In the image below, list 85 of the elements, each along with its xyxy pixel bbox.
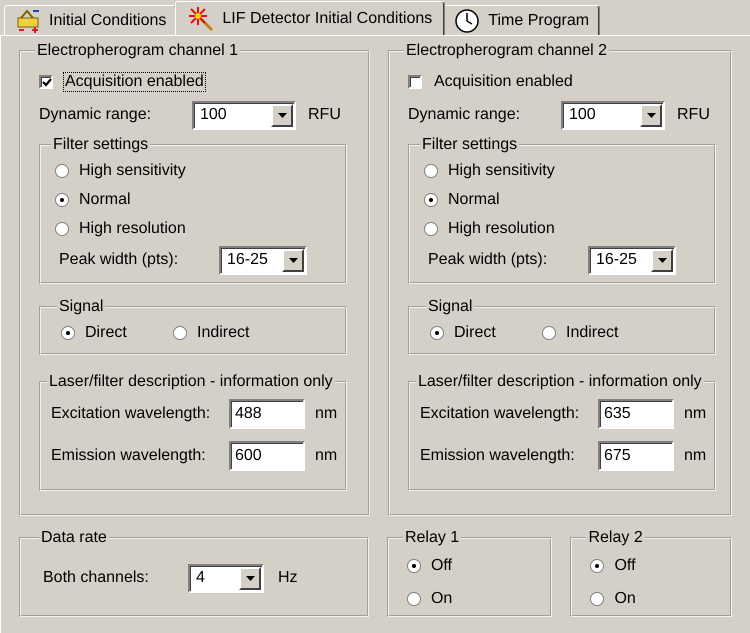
field-label: Excitation wavelength:	[51, 405, 212, 423]
field-label: Emission wavelength:	[51, 447, 207, 465]
dropdown-arrow-button[interactable]	[640, 104, 662, 126]
field-label: Peak width (pts):	[59, 251, 180, 269]
group-title: Electropherogram channel 1	[36, 42, 240, 60]
group-title: Filter settings	[52, 136, 150, 154]
radio-button[interactable]	[55, 164, 69, 178]
group-title: Laser/filter description - information only	[48, 373, 334, 391]
checkbox[interactable]	[39, 75, 53, 89]
field-label: Excitation wavelength:	[420, 405, 580, 423]
group-title: Filter settings	[421, 136, 518, 154]
dropdown-arrow-button[interactable]	[282, 248, 304, 272]
group-title: Relay 2	[587, 529, 644, 547]
radio-button[interactable]	[55, 222, 69, 236]
field-label: Dynamic range:	[39, 106, 152, 124]
unit-label: nm	[684, 405, 706, 423]
radio-button[interactable]	[590, 558, 604, 572]
checkbox-label: Acquisition enabled	[433, 72, 574, 92]
option-label: High sensitivity	[448, 162, 555, 180]
apparatus-icon	[15, 8, 41, 34]
option-label: Direct	[85, 324, 127, 342]
text-field[interactable]: 675	[598, 441, 674, 471]
text-field[interactable]: 600	[229, 441, 305, 471]
radio-button[interactable]	[424, 192, 438, 206]
checkbox-label: Acquisition enabled	[63, 72, 206, 92]
tab[interactable]: Time Program	[443, 5, 600, 35]
option-label: Direct	[454, 324, 496, 342]
group-title: Electropherogram channel 2	[405, 42, 608, 60]
dropdown[interactable]: 100	[561, 100, 665, 130]
dropdown-arrow-button[interactable]	[271, 104, 293, 126]
option-label: On	[614, 590, 636, 608]
caret-icon	[278, 112, 286, 118]
caret-icon	[658, 258, 666, 262]
group-title: Relay 1	[404, 529, 460, 547]
dropdown[interactable]: 100	[192, 100, 296, 130]
option-label: Normal	[79, 190, 131, 208]
dropdown-arrow-button[interactable]	[239, 566, 261, 590]
radio-button[interactable]	[424, 222, 438, 236]
group-title: Data rate	[40, 529, 108, 547]
option-label: Off	[614, 556, 636, 574]
text-field[interactable]: 488	[229, 399, 305, 429]
option-label: Indirect	[197, 324, 250, 342]
unit-label: Hz	[278, 569, 298, 587]
field-label: Both channels:	[43, 569, 150, 587]
dropdown[interactable]: 16-25	[588, 246, 676, 274]
tab[interactable]: Initial Conditions	[4, 5, 178, 35]
field-label: Emission wavelength:	[420, 447, 576, 465]
checkbox[interactable]	[408, 75, 422, 89]
option-label: High resolution	[79, 220, 186, 238]
group-title: Signal	[427, 298, 474, 316]
dropdown[interactable]: 16-25	[219, 246, 307, 274]
option-label: Off	[430, 556, 452, 574]
unit-label: RFU	[308, 106, 341, 124]
clock-icon	[454, 8, 480, 34]
radio-button[interactable]	[406, 592, 421, 606]
option-label: High resolution	[448, 220, 555, 238]
caret-icon	[288, 258, 298, 262]
unit-label: nm	[315, 447, 338, 465]
radio-button[interactable]	[55, 192, 69, 206]
caret-icon	[646, 112, 656, 118]
unit-label: nm	[684, 447, 706, 465]
field-label: Peak width (pts):	[428, 251, 548, 269]
radio-button[interactable]	[430, 326, 444, 340]
radio-button[interactable]	[424, 164, 438, 178]
dropdown-arrow-button[interactable]	[651, 248, 673, 272]
field-label: Dynamic range:	[408, 106, 522, 124]
radio-button[interactable]	[61, 326, 75, 340]
option-label: On	[430, 590, 452, 608]
group-title: Laser/filter description - information only	[417, 373, 703, 391]
option-label: High sensitivity	[79, 162, 186, 180]
caret-icon	[246, 576, 254, 580]
radio-button[interactable]	[542, 326, 556, 340]
starburst-wand-icon	[188, 6, 214, 32]
tab[interactable]: LIF Detector Initial Conditions	[175, 1, 446, 35]
text-field[interactable]: 635	[598, 399, 674, 429]
group-title: Signal	[58, 298, 104, 316]
checkmark-icon	[41, 77, 53, 87]
option-label: Normal	[448, 190, 500, 208]
radio-button[interactable]	[173, 326, 187, 340]
option-label: Indirect	[566, 324, 618, 342]
unit-label: nm	[315, 405, 338, 423]
unit-label: RFU	[677, 106, 710, 124]
radio-button[interactable]	[590, 592, 604, 606]
dropdown[interactable]: 4	[188, 564, 264, 592]
radio-button[interactable]	[406, 558, 421, 572]
